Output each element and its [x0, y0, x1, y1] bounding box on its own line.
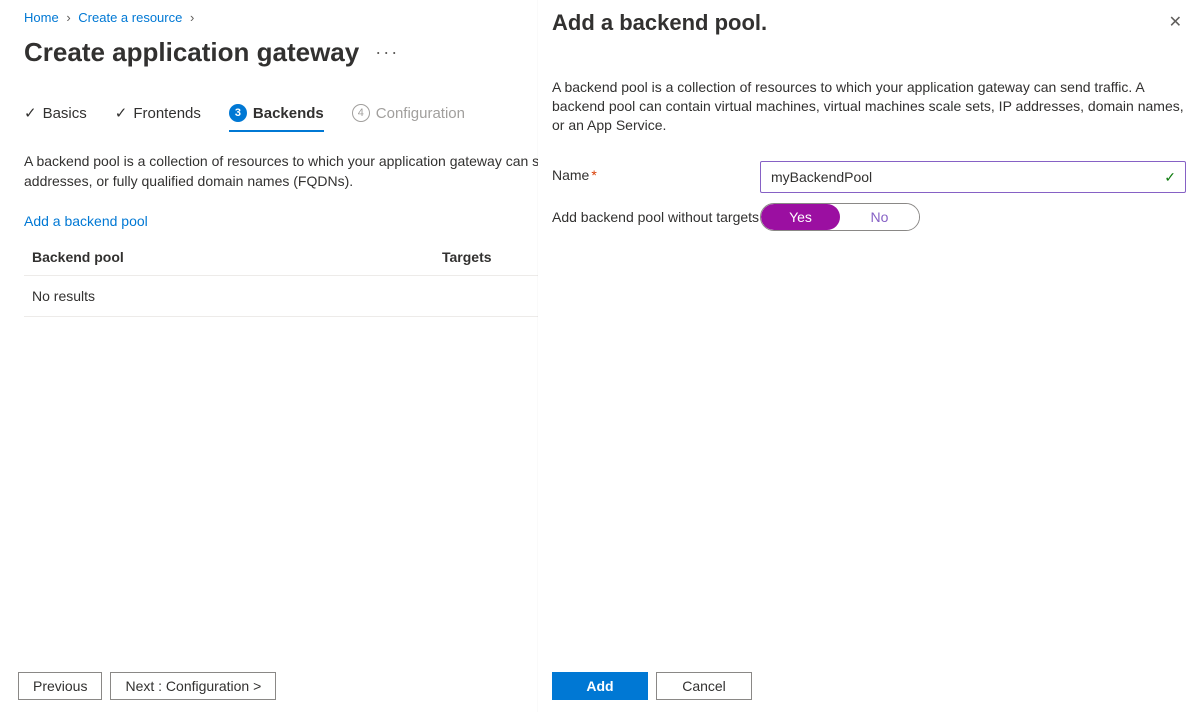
tab-basics[interactable]: ✓ Basics — [24, 104, 87, 132]
close-icon[interactable]: ✕ — [1165, 8, 1186, 36]
add-button[interactable]: Add — [552, 672, 648, 700]
tab-label: Frontends — [133, 105, 201, 122]
add-backend-pool-panel: Add a backend pool. ✕ A backend pool is … — [538, 0, 1200, 712]
name-label: Name* — [552, 161, 760, 183]
label-text: Name — [552, 167, 589, 183]
more-actions-icon[interactable]: ··· — [359, 42, 399, 63]
panel-footer: Add Cancel — [552, 672, 752, 700]
next-button[interactable]: Next : Configuration > — [110, 672, 276, 700]
panel-description: A backend pool is a collection of resour… — [552, 78, 1186, 135]
tab-label: Backends — [253, 105, 324, 122]
wizard-footer: Previous Next : Configuration > — [18, 672, 276, 700]
name-input[interactable] — [760, 161, 1186, 193]
cancel-button[interactable]: Cancel — [656, 672, 752, 700]
add-backend-pool-link[interactable]: Add a backend pool — [24, 213, 148, 229]
form-row-no-targets: Add backend pool without targets Yes No — [552, 203, 1186, 231]
tab-configuration[interactable]: 4 Configuration — [352, 104, 465, 132]
form-row-name: Name* ✓ — [552, 161, 1186, 193]
no-targets-toggle: Yes No — [760, 203, 920, 231]
page-title: Create application gateway — [24, 37, 359, 68]
tab-frontends[interactable]: ✓ Frontends — [115, 104, 201, 132]
table-empty-text: No results — [32, 288, 95, 304]
col-targets: Targets — [442, 249, 492, 265]
name-field-wrap: ✓ — [760, 161, 1186, 193]
check-icon: ✓ — [115, 104, 128, 122]
no-targets-label: Add backend pool without targets — [552, 203, 760, 225]
panel-header: Add a backend pool. ✕ — [552, 8, 1186, 36]
breadcrumb-create-resource[interactable]: Create a resource — [78, 10, 182, 25]
step-number-icon: 4 — [352, 104, 370, 122]
breadcrumb-sep: › — [62, 10, 74, 25]
no-targets-field: Yes No — [760, 203, 1186, 231]
previous-button[interactable]: Previous — [18, 672, 102, 700]
col-backend-pool: Backend pool — [32, 249, 442, 265]
toggle-no[interactable]: No — [840, 204, 919, 230]
panel-title: Add a backend pool. — [552, 8, 767, 36]
check-icon: ✓ — [24, 104, 37, 122]
tab-backends[interactable]: 3 Backends — [229, 104, 324, 132]
toggle-yes[interactable]: Yes — [761, 204, 840, 230]
step-number-icon: 3 — [229, 104, 247, 122]
breadcrumb-sep: › — [186, 10, 198, 25]
required-asterisk: * — [589, 167, 596, 183]
breadcrumb-home[interactable]: Home — [24, 10, 59, 25]
tab-label: Configuration — [376, 105, 465, 122]
tab-label: Basics — [43, 105, 87, 122]
